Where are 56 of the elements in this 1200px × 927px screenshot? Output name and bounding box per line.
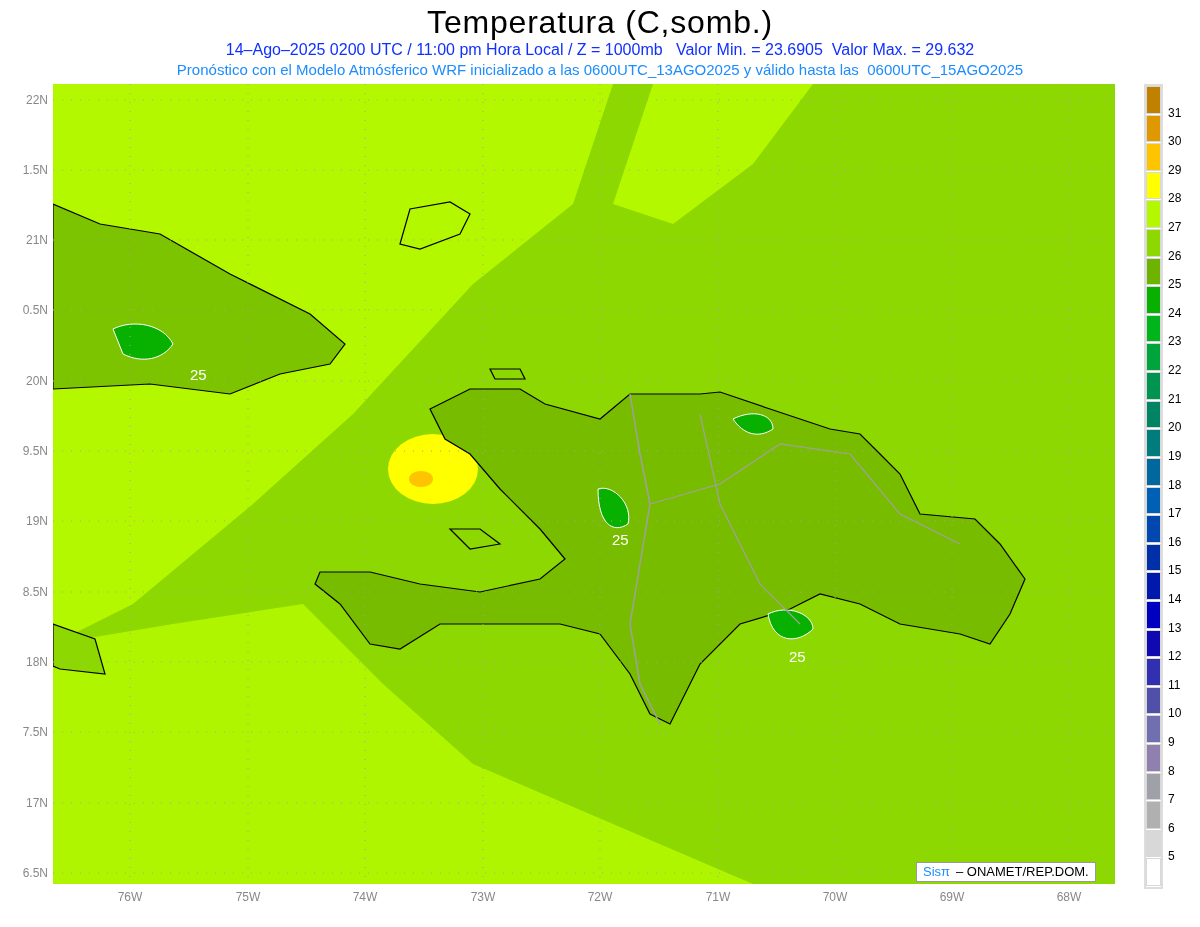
brand-logo: Sisπ [923, 863, 951, 882]
colorbar-label: 12 [1168, 649, 1182, 664]
contour-label: 25 [789, 649, 806, 665]
colorbar-label: 24 [1168, 305, 1182, 320]
colorbar-label: 23 [1168, 334, 1182, 349]
chart-subtitle: 14–Ago–2025 0200 UTC / 11:00 pm Hora Local / Z = 1000mb Valor Min. = 23.6905 Valor Max. = 29.632 [225, 40, 975, 60]
colorbar-label: 11 [1168, 677, 1181, 692]
colorbar-label: 15 [1168, 563, 1182, 578]
forecast-note: Pronóstico con el Modelo Atmósferico WRF inicializado a las 0600UTC_13AGO2025 y válido hasta las 0600UTC_15AGO2025 [176, 60, 1024, 80]
contour-label: 25 [612, 532, 629, 548]
colorbar-label: 16 [1168, 534, 1182, 549]
colorbar-label: 18 [1168, 477, 1182, 492]
colorbar-label: 22 [1168, 363, 1182, 378]
colorbar-label: 9 [1168, 734, 1175, 749]
colorbar-label: 10 [1168, 706, 1182, 721]
latitude-label: 7.5N [21, 725, 48, 739]
longitude-label: 73W [469, 890, 497, 904]
colorbar-label: 7 [1168, 792, 1175, 807]
latitude-label: 20N [25, 374, 48, 388]
latitude-label: 0.5N [21, 303, 48, 317]
colorbar-label: 19 [1168, 448, 1182, 463]
colorbar-label: 17 [1168, 506, 1182, 521]
colorbar-label: 27 [1168, 220, 1182, 235]
colorbar-label: 5 [1168, 849, 1175, 864]
colorbar-label: 29 [1168, 162, 1182, 177]
colorbar-label: 26 [1168, 248, 1182, 263]
latitude-label: 8.5N [21, 585, 48, 599]
colorbar-label: 31 [1168, 105, 1182, 120]
latitude-label: 18N [25, 655, 48, 669]
chart-title: Temperatura (C,somb.) [427, 4, 773, 40]
latitude-label: 22N [25, 93, 48, 107]
longitude-label: 71W [704, 890, 732, 904]
contour-label: 25 [190, 367, 207, 383]
longitude-label: 70W [821, 890, 849, 904]
colorbar-label: 6 [1168, 820, 1175, 835]
colorbar-label: 25 [1168, 277, 1182, 292]
longitude-label: 69W [938, 890, 966, 904]
longitude-label: 68W [1055, 890, 1083, 904]
colorbar-label: 8 [1168, 763, 1175, 778]
latitude-label: 9.5N [21, 444, 48, 458]
longitude-label: 74W [351, 890, 379, 904]
colorbar-label: 30 [1168, 134, 1182, 149]
longitude-label: 76W [116, 890, 144, 904]
latitude-label: 6.5N [21, 866, 48, 880]
colorbar-label: 14 [1168, 591, 1182, 606]
colorbar-label: 13 [1168, 620, 1182, 635]
latitude-label: 21N [25, 233, 48, 247]
credit-text: – ONAMET/REP.DOM. [956, 863, 1089, 882]
colorbar-label: 20 [1168, 420, 1182, 435]
colorbar-label: 21 [1168, 391, 1182, 406]
colorbar-label: 28 [1168, 191, 1182, 206]
latitude-label: 19N [25, 514, 48, 528]
latitude-label: 1.5N [21, 163, 48, 177]
longitude-label: 75W [234, 890, 262, 904]
latitude-label: 17N [25, 796, 48, 810]
longitude-label: 72W [586, 890, 614, 904]
